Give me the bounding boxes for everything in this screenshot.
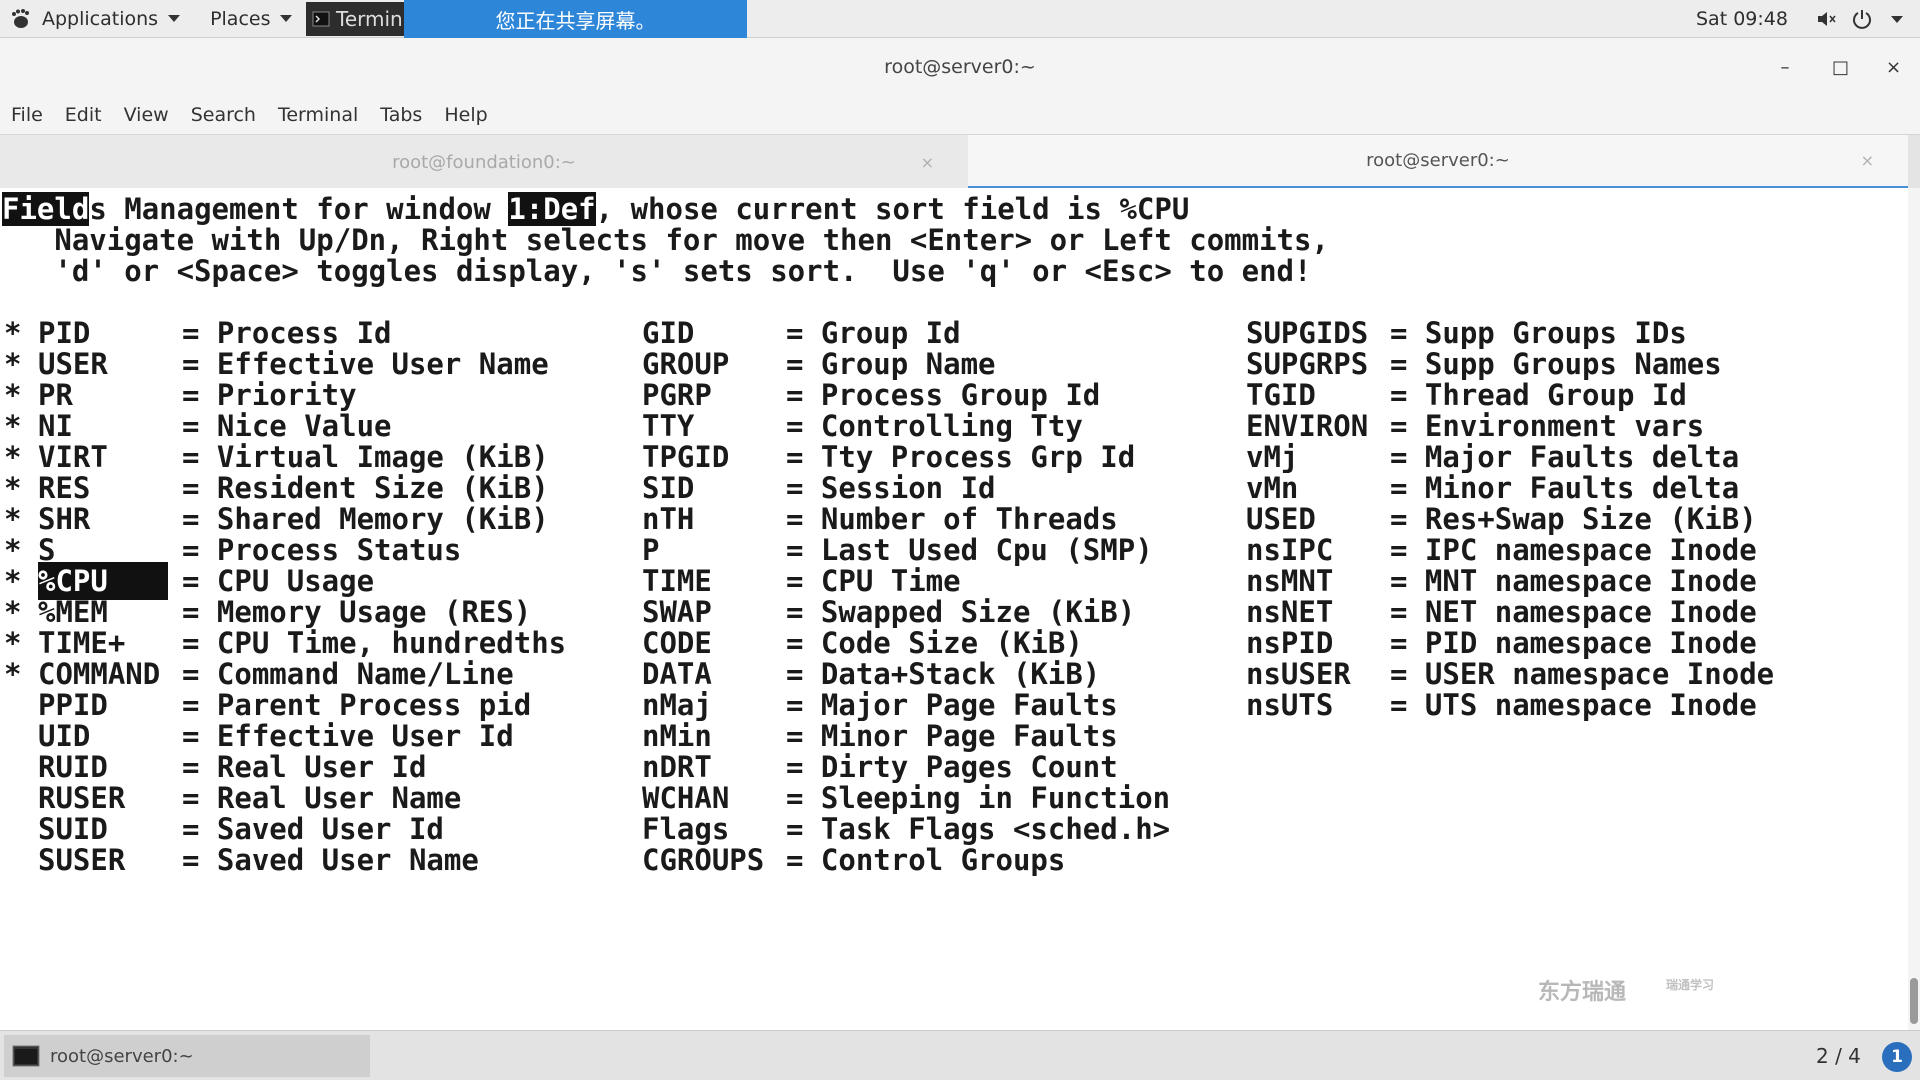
terminal-output[interactable]: Fields Management for window 1:Def, whos… [0,188,1908,1030]
watermark-logo: 东方瑞通 [1538,980,1627,1005]
tab-foundation[interactable]: root@foundation0:~ × [0,135,968,189]
menu-edit[interactable]: Edit [65,104,102,126]
places-label: Places [210,7,271,30]
bottom-taskbar: root@server0:~ 2 / 4 1 [0,1030,1920,1080]
window-titlebar[interactable]: root@server0:~ [0,38,1920,96]
field-desc: = Control Groups [786,843,1066,877]
close-button[interactable]: × [1886,57,1901,78]
field-name: CGROUPS [642,843,765,877]
field-name: nsUTS [1246,688,1369,722]
chevron-down-icon [280,15,293,22]
tab-close-icon[interactable]: × [921,153,934,172]
window-controls: – □ × [1778,38,1910,96]
window-title: root@server0:~ [884,56,1036,78]
screen-share-banner: 您正在共享屏幕。 [404,0,747,38]
workspace-pager[interactable]: 2 / 4 [1816,1031,1861,1080]
maximize-button[interactable]: □ [1832,57,1849,78]
menu-help[interactable]: Help [444,104,487,126]
gnome-foot-icon [12,8,29,28]
chevron-down-icon [168,15,181,22]
terminal-task-button[interactable]: Termin [306,2,406,36]
field-name: SUSER [38,843,161,877]
field-mark [4,841,21,879]
taskbar-label: root@server0:~ [50,1045,194,1067]
notification-badge[interactable]: 1 [1882,1042,1912,1072]
places-menu[interactable]: Places [210,8,308,30]
panel-menus: Applications Places [0,0,308,38]
menu-terminal[interactable]: Terminal [278,104,358,126]
menu-file[interactable]: File [11,104,43,126]
chevron-down-icon [1891,15,1903,23]
applications-menu[interactable]: Applications [42,8,196,30]
tab-label: root@server0:~ [1366,150,1510,171]
clock[interactable]: Sat 09:48 [1696,0,1788,38]
taskbar-window-button[interactable]: root@server0:~ [4,1035,370,1077]
field-desc: = UTS namespace Inode [1390,688,1757,722]
help-line: 'd' or <Space> toggles display, 's' sets… [2,254,1312,288]
applications-label: Applications [42,7,159,30]
watermark-small: 瑞通学习 [1666,978,1715,992]
terminal-icon [312,11,330,27]
menubar: File Edit View Search Terminal Tabs Help [0,96,1920,134]
volume-icon [1818,12,1836,26]
menu-tabs[interactable]: Tabs [380,104,422,126]
tab-bar: root@foundation0:~ × root@server0:~ × [0,134,1920,189]
field-desc: = Saved User Name [182,843,479,877]
menu-search[interactable]: Search [191,104,256,126]
terminal-icon [12,1045,40,1067]
task-label: Termin [336,7,403,31]
tab-server[interactable]: root@server0:~ × [968,135,1908,189]
system-status-area[interactable] [1815,0,1903,38]
power-icon [1853,10,1871,29]
scroll-thumb[interactable] [1910,978,1918,1024]
tab-close-icon[interactable]: × [1861,151,1874,170]
minimize-button[interactable]: – [1778,57,1792,78]
top-panel: Applications Places Termin 您正在共享屏幕。 Sat … [0,0,1920,38]
menu-view[interactable]: View [124,104,169,126]
scrollbar[interactable] [1908,188,1920,1030]
tab-label: root@foundation0:~ [392,151,576,173]
